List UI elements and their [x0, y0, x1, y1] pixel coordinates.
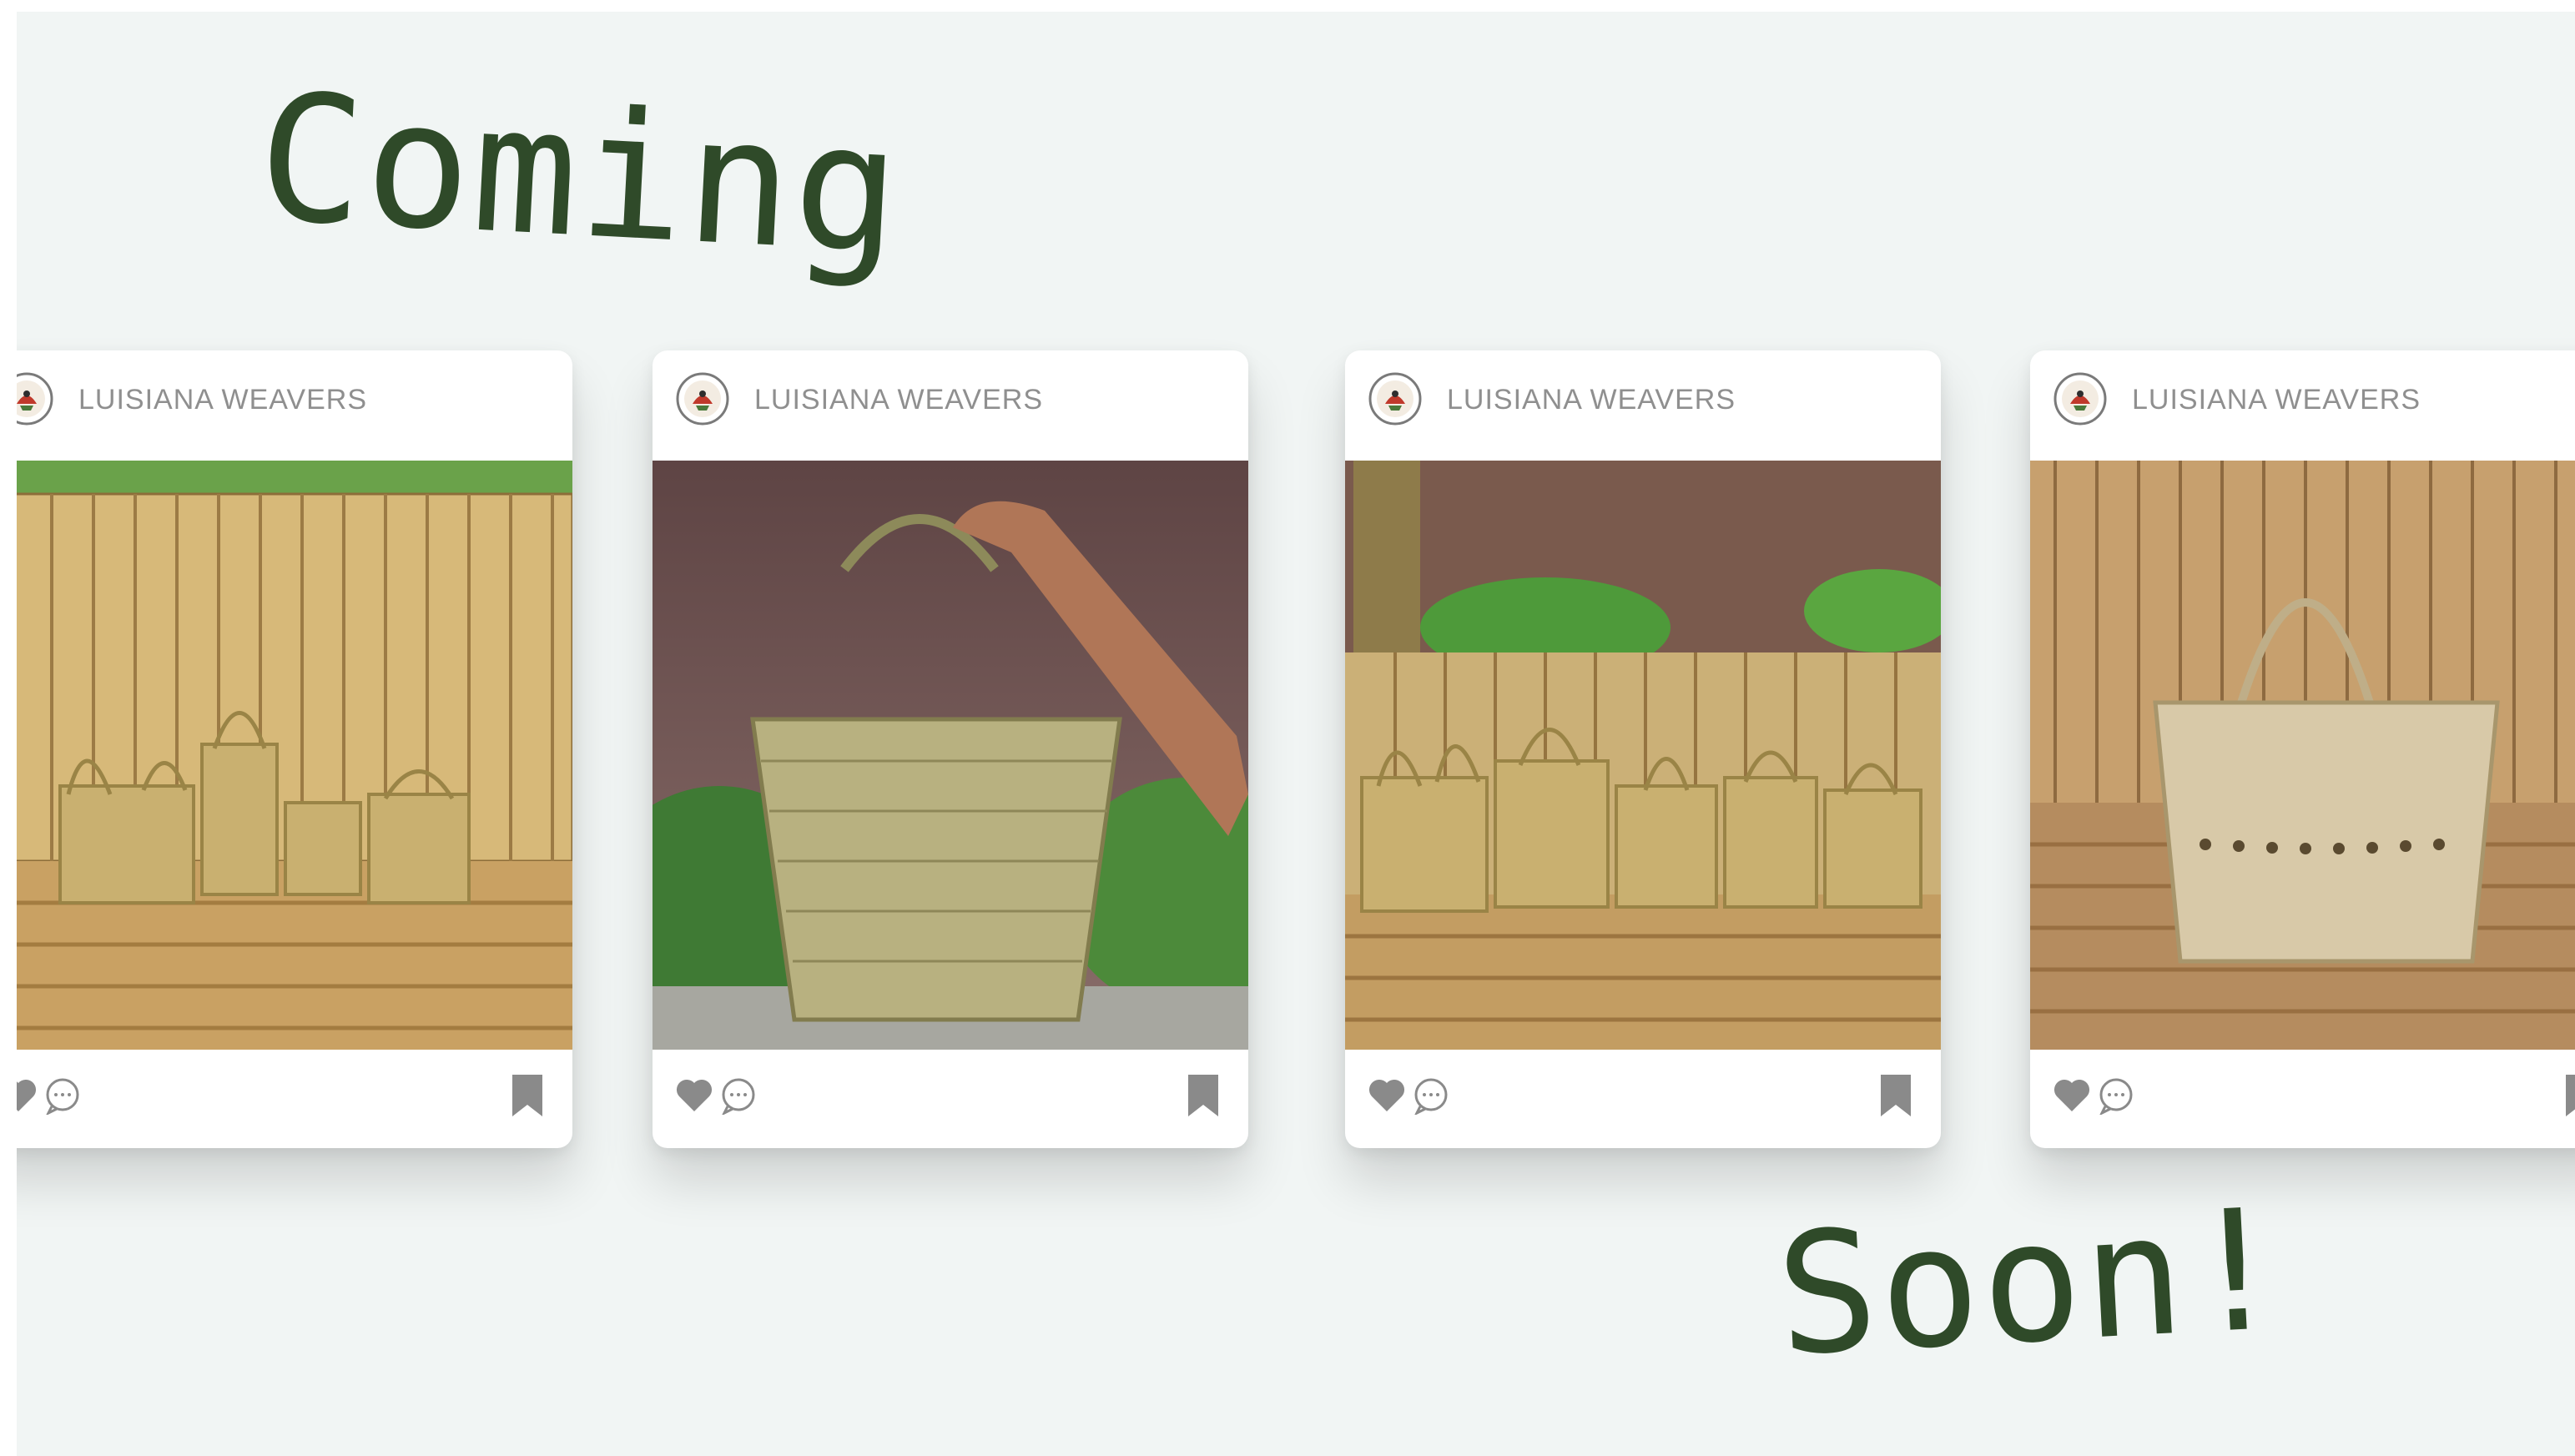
post-header: LUISIANA WEAVERS: [17, 350, 572, 461]
heart-icon[interactable]: [17, 1076, 38, 1113]
post-card-1[interactable]: LUISIANA WEAVERS: [17, 350, 572, 1148]
brand-logo-avatar: [676, 372, 729, 426]
bookmark-icon[interactable]: [2564, 1073, 2575, 1118]
headline-coming: Coming: [253, 55, 906, 294]
post-actions: [1345, 1050, 1941, 1148]
post-photo: [2030, 461, 2575, 1050]
post-actions: [17, 1050, 572, 1148]
headline-soon: Soon!: [1771, 1172, 2293, 1393]
brand-logo-avatar: [17, 372, 53, 426]
brand-logo-avatar: [2053, 372, 2107, 426]
heart-icon[interactable]: [674, 1076, 714, 1113]
brand-name[interactable]: LUISIANA WEAVERS: [2132, 384, 2421, 416]
post-actions: [653, 1050, 1248, 1148]
comment-icon[interactable]: [43, 1076, 82, 1115]
brand-name[interactable]: LUISIANA WEAVERS: [1447, 384, 1736, 416]
post-photo: [17, 461, 572, 1050]
post-card-3[interactable]: LUISIANA WEAVERS: [1345, 350, 1941, 1148]
bookmark-icon[interactable]: [1187, 1073, 1220, 1118]
post-header: LUISIANA WEAVERS: [653, 350, 1248, 461]
post-card-4[interactable]: LUISIANA WEAVERS: [2030, 350, 2575, 1148]
brand-logo-avatar: [1368, 372, 1422, 426]
comment-icon[interactable]: [2097, 1076, 2135, 1115]
post-photo: [1345, 461, 1941, 1050]
brand-name[interactable]: LUISIANA WEAVERS: [754, 384, 1043, 416]
post-actions: [2030, 1050, 2575, 1148]
post-card-2[interactable]: LUISIANA WEAVERS: [653, 350, 1248, 1148]
bookmark-icon[interactable]: [511, 1073, 544, 1118]
brand-name[interactable]: LUISIANA WEAVERS: [78, 384, 367, 416]
bookmark-icon[interactable]: [1879, 1073, 1912, 1118]
comment-icon[interactable]: [1412, 1076, 1450, 1115]
heart-icon[interactable]: [2052, 1076, 2092, 1113]
post-header: LUISIANA WEAVERS: [2030, 350, 2575, 461]
comment-icon[interactable]: [719, 1076, 758, 1115]
promo-canvas: Coming LUISIANA WEAVERS LUISIANA WEAVERS…: [17, 12, 2575, 1456]
heart-icon[interactable]: [1367, 1076, 1407, 1113]
post-header: LUISIANA WEAVERS: [1345, 350, 1941, 461]
post-photo: [653, 461, 1248, 1050]
